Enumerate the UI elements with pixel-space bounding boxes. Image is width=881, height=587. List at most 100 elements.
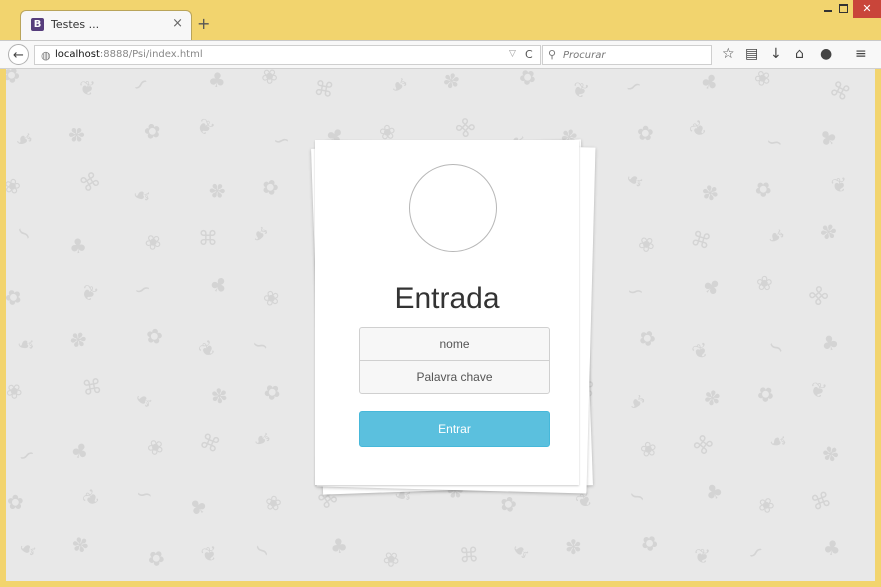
menu-icon[interactable]: ≡ — [855, 47, 867, 61]
doodle-icon: ❀ — [263, 490, 284, 516]
doodle-icon: ❀ — [638, 435, 659, 463]
doodle-icon: ❦ — [193, 334, 222, 364]
doodle-icon: ✿ — [635, 528, 664, 558]
tab-close-icon[interactable]: × — [172, 16, 183, 31]
login-card: Entrada Entrar — [315, 140, 579, 485]
doodle-icon: ❀ — [255, 69, 284, 91]
doodle-icon: ☙ — [762, 221, 790, 251]
url-text: localhost:8888/Psi/index.html — [55, 49, 203, 60]
doodle-icon: ∽ — [126, 69, 155, 99]
tab-title: Testes ... — [51, 18, 100, 31]
doodle-icon: ∽ — [130, 274, 155, 304]
doodle-icon: ☙ — [245, 219, 275, 249]
doodle-icon: ✿ — [636, 120, 655, 146]
doodle-icon: ♣ — [821, 534, 843, 562]
star-icon[interactable]: ☆ — [722, 47, 735, 61]
doodle-icon: ∽ — [626, 278, 645, 304]
browser-tab[interactable]: B Testes ... × — [20, 10, 192, 42]
doodle-icon: ❦ — [77, 483, 106, 513]
reading-list-icon[interactable]: ▤ — [745, 47, 758, 61]
doodle-icon: ✽ — [816, 439, 845, 469]
download-icon[interactable]: ↓ — [770, 47, 782, 61]
window-close-icon[interactable]: ✕ — [853, 0, 881, 18]
doodle-icon: ♣ — [183, 492, 213, 522]
bootstrap-favicon-icon: B — [31, 18, 44, 31]
doodle-icon: ☙ — [621, 165, 649, 195]
doodle-icon: ❦ — [78, 75, 97, 101]
doodle-icon: ☙ — [14, 534, 42, 564]
doodle-icon: ☙ — [506, 536, 536, 566]
url-bar[interactable]: ◍ localhost:8888/Psi/index.html ▽ C — [34, 45, 541, 65]
globe-icon: ◍ — [41, 49, 51, 62]
doodle-icon: ⌘ — [198, 226, 218, 250]
browser-titlebar: B Testes ... × + ✕ — [0, 0, 881, 42]
page-viewport: ✿ ❦ ∽ ♣ ❀ ⌘ ☙ ✽ ✿ ❦ ∽ ♣ ❀ ⌘ ☙ ✽ ✿ ❦ ∽ ♣ ❀ ⌘ ☙ ✽ ✿ ❦ ∽ ♣ ❀ ⌘ ☙ ✽ ✿ ❦ ∽ ♣ ❀ ⌘ ☙ ✽… — [6, 69, 875, 581]
doodle-icon: ∽ — [135, 481, 154, 507]
url-path: :8888/Psi/index.html — [99, 49, 203, 60]
browser-navbar: ← ◍ localhost:8888/Psi/index.html ▽ C ⚲ … — [0, 40, 881, 69]
doodle-icon: ✽ — [204, 176, 231, 206]
doodle-icon: ☙ — [767, 428, 788, 454]
doodle-icon: ∽ — [741, 537, 770, 567]
password-input[interactable] — [359, 360, 550, 394]
login-submit-button[interactable]: Entrar — [359, 411, 550, 447]
doodle-icon: ♣ — [67, 436, 93, 466]
doodle-icon: ❦ — [829, 171, 850, 199]
doodle-icon: ❀ — [633, 229, 660, 259]
doodle-icon: ⌘ — [80, 373, 104, 401]
doodle-icon: ❀ — [6, 172, 23, 200]
doodle-icon: ♣ — [697, 272, 727, 302]
doodle-icon: ❀ — [139, 227, 168, 257]
doodle-icon: ✽ — [702, 384, 723, 412]
search-input[interactable] — [563, 48, 703, 62]
doodle-icon: ⌘ — [803, 280, 835, 312]
doodle-icon: ❀ — [142, 432, 169, 462]
chat-icon[interactable]: ● — [820, 47, 832, 61]
doodle-icon: ☙ — [384, 70, 414, 100]
doodle-icon: ♣ — [328, 532, 350, 560]
doodle-icon: ⌘ — [807, 486, 835, 516]
doodle-icon: ☙ — [622, 387, 652, 417]
doodle-icon: ✽ — [64, 325, 93, 355]
doodle-icon: ⌘ — [458, 542, 480, 568]
doodle-icon: ∽ — [13, 440, 40, 470]
doodle-icon: ❀ — [377, 544, 406, 574]
search-icon: ⚲ — [548, 48, 557, 61]
window-minimize-icon[interactable] — [822, 0, 836, 18]
doodle-icon: ✿ — [751, 379, 779, 409]
url-host: localhost — [55, 49, 100, 60]
doodle-icon: ☙ — [11, 124, 37, 154]
doodle-icon: ∽ — [10, 218, 39, 248]
url-dropdown-icon[interactable]: ▽ — [509, 49, 516, 59]
doodle-icon: ☙ — [249, 424, 275, 454]
doodle-icon: ✿ — [141, 117, 164, 145]
doodle-icon: ⌘ — [196, 428, 224, 458]
doodle-icon: ♣ — [813, 123, 843, 153]
doodle-icon: ∽ — [248, 535, 277, 565]
doodle-icon: ♣ — [206, 69, 228, 93]
search-bar[interactable]: ⚲ — [542, 45, 712, 65]
doodle-icon: ❦ — [568, 75, 593, 105]
new-tab-icon[interactable]: + — [197, 14, 210, 33]
home-icon[interactable]: ⌂ — [795, 47, 804, 61]
doodle-icon: ✿ — [6, 69, 26, 90]
doodle-icon: ✽ — [699, 179, 722, 207]
doodle-icon: ❦ — [807, 376, 830, 404]
doodle-icon: ❀ — [260, 284, 283, 312]
back-arrow-icon[interactable]: ← — [8, 44, 29, 65]
doodle-icon: ♣ — [818, 329, 842, 357]
doodle-icon: ❦ — [693, 543, 712, 569]
doodle-icon: ⌘ — [75, 166, 105, 198]
doodle-icon: ❦ — [198, 540, 221, 568]
avatar — [409, 164, 497, 252]
doodle-icon: ❦ — [76, 278, 102, 308]
doodle-icon: ✿ — [634, 323, 661, 353]
doodle-icon: ❀ — [750, 69, 775, 93]
doodle-icon: ✽ — [209, 383, 229, 409]
window-maximize-icon[interactable] — [837, 0, 851, 18]
reload-icon[interactable]: C — [525, 48, 533, 61]
name-input[interactable] — [359, 327, 550, 361]
doodle-icon: ❦ — [684, 114, 713, 144]
doodle-icon: ☙ — [129, 385, 159, 415]
doodle-icon: ✿ — [143, 543, 170, 573]
